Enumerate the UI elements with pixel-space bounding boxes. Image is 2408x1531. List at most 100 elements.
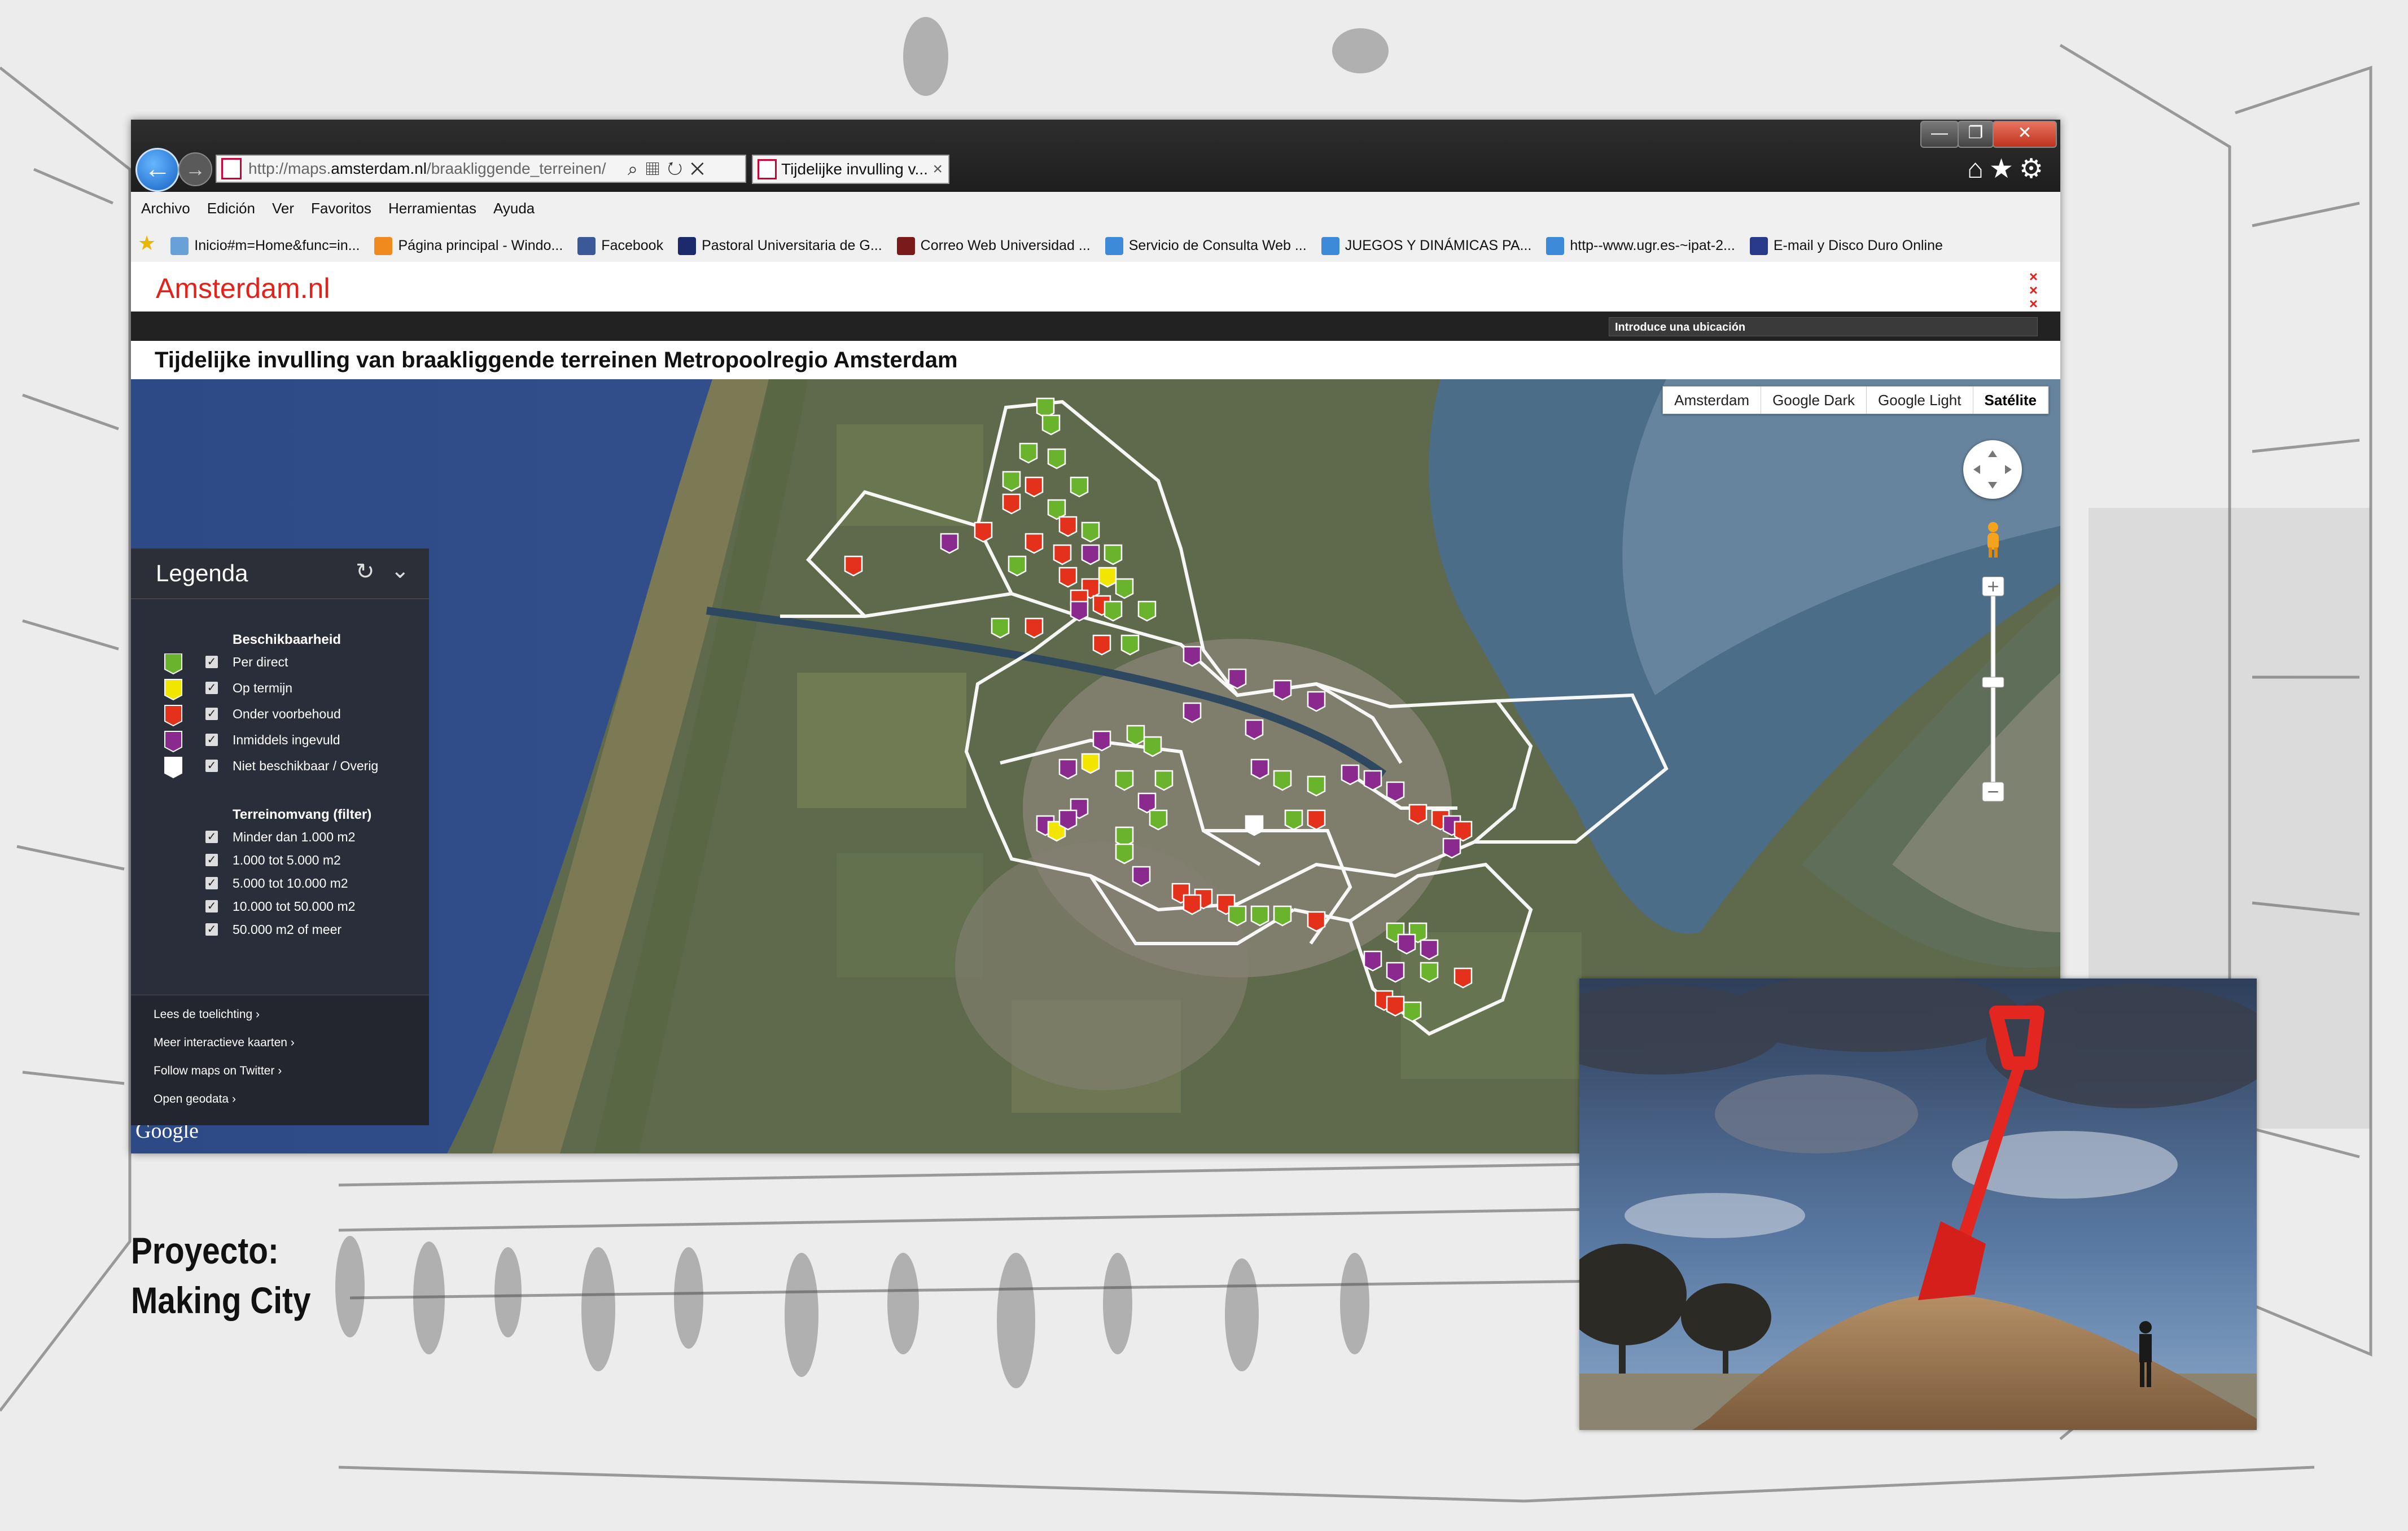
favorite-link[interactable]: Pastoral Universitaria de G... xyxy=(678,227,882,262)
map-marker-green[interactable] xyxy=(1019,442,1038,464)
favorite-link[interactable]: Página principal - Windo... xyxy=(374,227,563,262)
menu-edicion[interactable]: Edición xyxy=(207,200,255,217)
map-marker-green[interactable] xyxy=(1273,770,1292,791)
map-marker-red[interactable] xyxy=(1453,967,1473,989)
pan-arrows-icon[interactable] xyxy=(1963,440,2022,499)
size-checkbox[interactable]: ✓ xyxy=(205,831,218,843)
close-window-button[interactable]: ✕ xyxy=(1993,121,2057,148)
map-marker-green[interactable] xyxy=(1273,905,1292,927)
map-marker-purple[interactable] xyxy=(1092,730,1111,752)
location-search-input[interactable]: Introduce una ubicación xyxy=(1609,317,2038,336)
map-marker-green[interactable] xyxy=(1228,905,1247,927)
map-marker-green[interactable] xyxy=(1143,736,1162,757)
map-marker-green[interactable] xyxy=(1137,600,1157,622)
favorite-link[interactable]: E-mail y Disco Duro Online xyxy=(1749,227,1943,262)
search-icon[interactable]: ⌕ xyxy=(628,159,646,179)
map-marker-white[interactable] xyxy=(1245,815,1264,836)
menu-favoritos[interactable]: Favoritos xyxy=(311,200,371,217)
map-marker-green[interactable] xyxy=(1120,634,1140,656)
map-marker-purple[interactable] xyxy=(1386,962,1405,983)
map-marker-red[interactable] xyxy=(1053,544,1072,565)
map-marker-purple[interactable] xyxy=(1058,758,1078,780)
map-marker-red[interactable] xyxy=(1002,493,1021,515)
map-marker-purple[interactable] xyxy=(1341,764,1360,786)
map-marker-green[interactable] xyxy=(1008,555,1027,577)
map-marker-purple[interactable] xyxy=(1363,770,1382,791)
street-view-pegman-icon[interactable] xyxy=(1980,520,2006,560)
map-marker-green[interactable] xyxy=(1115,843,1134,865)
map-marker-purple[interactable] xyxy=(1081,544,1100,565)
map-marker-purple[interactable] xyxy=(1183,702,1202,723)
map-marker-purple[interactable] xyxy=(940,533,959,554)
favorites-star-icon[interactable]: ★ xyxy=(1989,154,2019,184)
map-marker-green[interactable] xyxy=(1104,600,1123,622)
map-marker-red[interactable] xyxy=(1183,894,1202,915)
menu-ayuda[interactable]: Ayuda xyxy=(493,200,535,217)
map-marker-green[interactable] xyxy=(1250,905,1269,927)
back-button[interactable]: ← xyxy=(135,148,179,192)
map-marker-purple[interactable] xyxy=(1070,600,1089,622)
map-marker-purple[interactable] xyxy=(1386,781,1405,802)
link-meer-interactieve-kaarten[interactable]: Meer interactieve kaarten › xyxy=(154,1036,295,1050)
favorite-link[interactable]: http--www.ugr.es-~ipat-2... xyxy=(1546,227,1735,262)
favorite-link[interactable]: JUEGOS Y DINÁMICAS PA... xyxy=(1321,227,1531,262)
map-marker-red[interactable] xyxy=(1386,995,1405,1017)
map-marker-green[interactable] xyxy=(1149,809,1168,831)
map-type-google-dark[interactable]: Google Dark xyxy=(1761,387,1867,414)
map-marker-green[interactable] xyxy=(1403,1001,1422,1023)
map-marker-purple[interactable] xyxy=(1250,758,1269,780)
onder-voorbehoud-checkbox[interactable]: ✓ xyxy=(205,708,218,720)
menu-herramientas[interactable]: Herramientas xyxy=(388,200,476,217)
map-marker-purple[interactable] xyxy=(1228,668,1247,690)
link-open-geodata[interactable]: Open geodata › xyxy=(154,1093,236,1106)
map-marker-green[interactable] xyxy=(1307,775,1326,797)
map-type-amsterdam[interactable]: Amsterdam xyxy=(1663,387,1762,414)
op-termijn-checkbox[interactable]: ✓ xyxy=(205,682,218,694)
map-marker-green[interactable] xyxy=(1041,414,1061,436)
inmiddels-ingevuld-checkbox[interactable]: ✓ xyxy=(205,734,218,746)
map-marker-green[interactable] xyxy=(1126,725,1145,746)
map-marker-green[interactable] xyxy=(991,617,1010,639)
pan-control[interactable] xyxy=(1963,440,2022,499)
home-icon[interactable]: ⌂ xyxy=(1967,154,1989,184)
zoom-control[interactable]: + − xyxy=(1980,577,2006,802)
map-marker-purple[interactable] xyxy=(1307,691,1326,712)
map-marker-purple[interactable] xyxy=(1183,646,1202,667)
map-type-satelite[interactable]: Satélite xyxy=(1973,387,2048,414)
map-marker-green[interactable] xyxy=(1070,476,1089,498)
map-marker-yellow[interactable] xyxy=(1081,753,1100,774)
address-tools[interactable]: ⌕▦↻✕ xyxy=(628,156,741,182)
link-lees-de-toelichting[interactable]: Lees de toelichting › xyxy=(154,1008,260,1021)
map-marker-green[interactable] xyxy=(1154,770,1174,791)
map-marker-purple[interactable] xyxy=(1397,933,1416,955)
map-marker-green[interactable] xyxy=(1115,578,1134,599)
refresh-icon[interactable]: ↻ xyxy=(667,159,690,179)
minimize-button[interactable]: — xyxy=(1920,121,1959,148)
map-marker-purple[interactable] xyxy=(1363,950,1382,972)
map-marker-red[interactable] xyxy=(1025,533,1044,554)
settings-gear-icon[interactable]: ⚙ xyxy=(2019,154,2049,184)
map-marker-purple[interactable] xyxy=(1058,809,1078,831)
map-marker-purple[interactable] xyxy=(1273,679,1292,701)
size-checkbox[interactable]: ✓ xyxy=(205,900,218,913)
menu-ver[interactable]: Ver xyxy=(272,200,294,217)
favorite-link[interactable]: Facebook xyxy=(577,227,663,262)
map-marker-red[interactable] xyxy=(1025,476,1044,498)
favorite-link[interactable]: Servicio de Consulta Web ... xyxy=(1105,227,1307,262)
compat-view-icon[interactable]: ▦ xyxy=(646,159,667,179)
forward-button[interactable]: → xyxy=(178,152,212,186)
map-marker-purple[interactable] xyxy=(1245,719,1264,740)
map-marker-red[interactable] xyxy=(1058,516,1078,537)
map-marker-purple[interactable] xyxy=(1442,837,1461,859)
niet-beschikbaar-checkbox[interactable]: ✓ xyxy=(205,760,218,772)
size-checkbox[interactable]: ✓ xyxy=(205,923,218,936)
map-marker-yellow[interactable] xyxy=(1098,567,1117,588)
map-marker-green[interactable] xyxy=(1081,521,1100,543)
map-marker-red[interactable] xyxy=(1307,911,1326,932)
favorites-star-icon[interactable]: ★ xyxy=(138,225,156,262)
size-checkbox[interactable]: ✓ xyxy=(205,877,218,889)
map-marker-red[interactable] xyxy=(1307,809,1326,831)
map-marker-red[interactable] xyxy=(1092,634,1111,656)
map-marker-red[interactable] xyxy=(1058,567,1078,588)
per-direct-checkbox[interactable]: ✓ xyxy=(205,656,218,668)
